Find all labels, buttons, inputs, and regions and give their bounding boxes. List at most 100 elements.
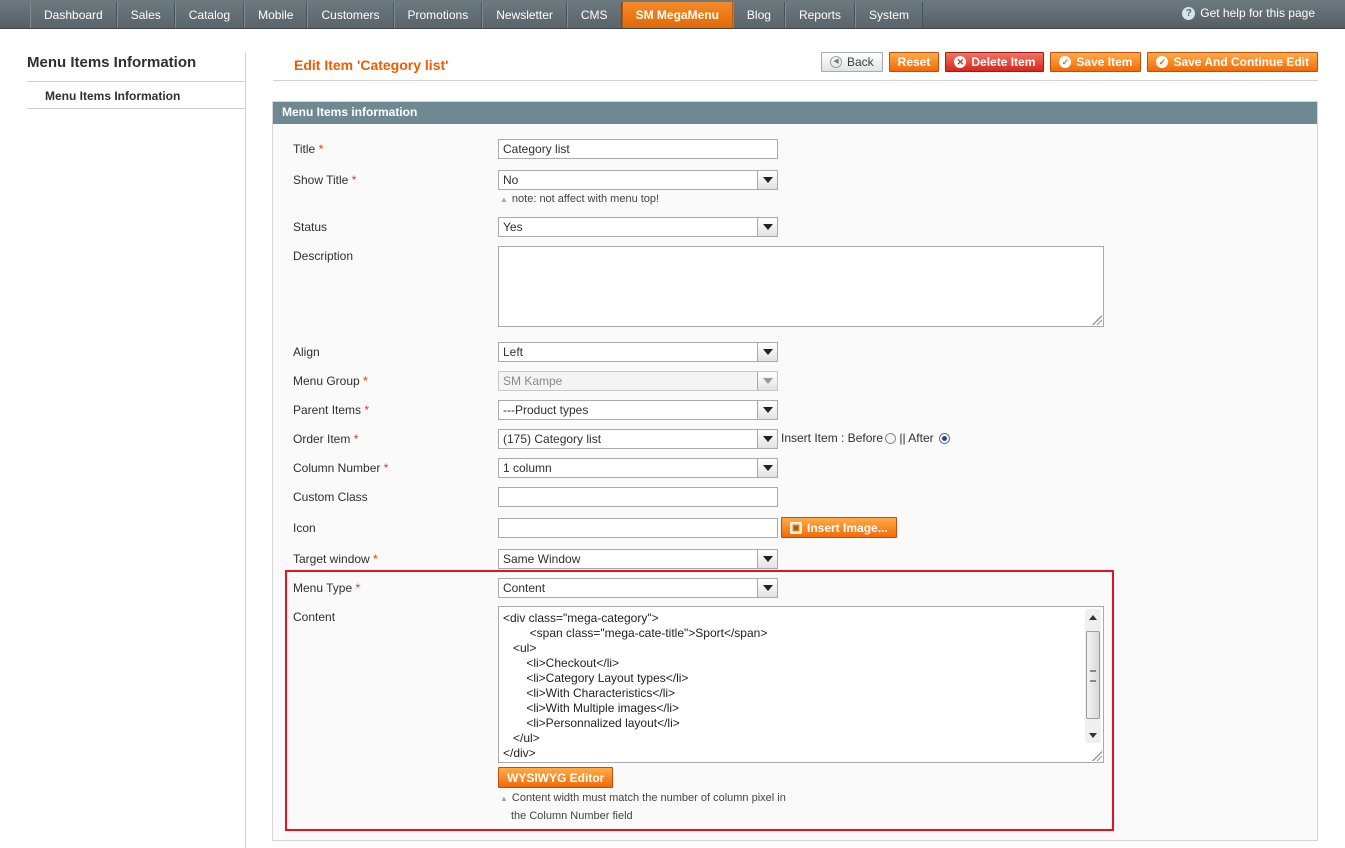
note-triangle-icon: ▲ (500, 195, 508, 204)
menu-type-select[interactable]: Content (498, 578, 778, 598)
custom-class-input[interactable] (498, 487, 778, 507)
top-navigation: Dashboard Sales Catalog Mobile Customers… (0, 0, 1345, 29)
content-scrollbar[interactable] (1085, 609, 1101, 743)
content-label: Content (293, 610, 336, 624)
content-textarea[interactable]: <div class="mega-category"> <span class=… (498, 606, 1104, 763)
help-label: Get help for this page (1200, 6, 1315, 20)
content-note: ▲ Content width must match the number of … (500, 792, 786, 804)
nav-item-reports[interactable]: Reports (784, 2, 855, 28)
resize-handle[interactable] (1092, 751, 1102, 761)
nav-item-promotions[interactable]: Promotions (393, 2, 483, 28)
scroll-up-icon[interactable] (1085, 609, 1101, 625)
align-select[interactable]: Left (498, 342, 778, 362)
show-title-select[interactable]: No (498, 170, 778, 190)
menu-group-value: SM Kampe (503, 374, 563, 388)
menu-group-label: Menu Group * (293, 374, 368, 388)
nav-item-cms[interactable]: CMS (566, 2, 622, 28)
order-item-select[interactable]: (175) Category list (498, 429, 778, 449)
icon-input[interactable] (498, 518, 778, 538)
insert-before-label: Insert Item : Before (781, 431, 884, 445)
custom-class-label: Custom Class (293, 490, 368, 504)
insert-after-radio[interactable] (938, 433, 950, 444)
nav-item-dashboard[interactable]: Dashboard (30, 2, 117, 28)
sidebar-title: Menu Items Information (27, 52, 246, 82)
save-and-continue-button-label: Save And Continue Edit (1173, 55, 1309, 69)
nav-item-sm-megamenu[interactable]: SM MegaMenu (621, 2, 733, 28)
chevron-down-icon (757, 343, 777, 361)
reset-button[interactable]: Reset (888, 52, 940, 72)
description-textarea[interactable] (498, 246, 1104, 327)
target-window-value: Same Window (503, 552, 581, 566)
wysiwyg-editor-button[interactable]: WYSIWYG Editor (498, 767, 614, 788)
help-link[interactable]: ? Get help for this page (1182, 6, 1315, 20)
nav-item-system[interactable]: System (854, 2, 923, 28)
nav-item-customers[interactable]: Customers (307, 2, 394, 28)
nav-item-sales[interactable]: Sales (116, 2, 175, 28)
order-item-label: Order Item * (293, 432, 359, 446)
title-divider (273, 80, 1318, 81)
show-title-value: No (503, 173, 519, 187)
target-window-label: Target window * (293, 552, 378, 566)
title-input[interactable]: Category list (498, 139, 778, 159)
content-note-line2: the Column Number field (511, 810, 633, 822)
sidebar-tab-menu-items-information[interactable]: Menu Items Information (27, 82, 246, 109)
resize-handle[interactable] (1092, 315, 1102, 325)
chevron-down-icon (757, 459, 777, 477)
menu-group-select: SM Kampe (498, 371, 778, 391)
status-label: Status (293, 220, 328, 234)
check-circle-icon: ✓ (1156, 56, 1169, 68)
menu-type-label: Menu Type * (293, 581, 361, 595)
chevron-down-icon (757, 372, 777, 390)
chevron-down-icon (757, 218, 777, 236)
help-icon: ? (1182, 6, 1196, 20)
save-item-button[interactable]: ✓ Save Item (1050, 52, 1142, 72)
note-triangle-icon: ▲ (500, 794, 508, 803)
content-code: <div class="mega-category"> <span class=… (503, 611, 768, 760)
nav-item-newsletter[interactable]: Newsletter (482, 2, 567, 28)
target-window-select[interactable]: Same Window (498, 549, 778, 569)
align-label: Align (293, 345, 320, 359)
column-number-label: Column Number * (293, 461, 389, 475)
back-button[interactable]: ◀ Back (820, 52, 883, 72)
show-title-label: Show Title * (293, 173, 357, 187)
align-value: Left (503, 345, 524, 359)
delete-item-button-label: Delete Item (971, 55, 1036, 69)
insert-image-button[interactable]: ▣ Insert Image... (781, 517, 897, 538)
show-title-note: ▲ note: not affect with menu top! (500, 193, 660, 205)
insert-position: Insert Item : Before || After (781, 431, 950, 445)
page-title: Edit Item 'Category list' (294, 57, 449, 73)
parent-items-select[interactable]: ---Product types (498, 400, 778, 420)
nav-item-blog[interactable]: Blog (732, 2, 785, 28)
chevron-down-icon (757, 550, 777, 568)
chevron-down-icon (757, 401, 777, 419)
chevron-down-icon (757, 430, 777, 448)
title-label: Title * (293, 142, 324, 156)
insert-before-radio[interactable] (885, 433, 897, 444)
chevron-down-icon (757, 579, 777, 597)
panel-title: Menu Items information (273, 102, 1317, 124)
chevron-down-icon (757, 171, 777, 189)
status-select[interactable]: Yes (498, 217, 778, 237)
image-icon: ▣ (790, 521, 802, 534)
wysiwyg-editor-label: WYSIWYG Editor (507, 770, 605, 785)
nav-item-mobile[interactable]: Mobile (244, 2, 308, 28)
nav-strip: Dashboard Sales Catalog Mobile Customers… (30, 2, 923, 28)
column-number-value: 1 column (503, 461, 552, 475)
sidebar-divider (245, 52, 246, 848)
order-item-value: (175) Category list (503, 432, 602, 446)
icon-label: Icon (293, 521, 316, 535)
parent-items-value: ---Product types (503, 403, 589, 417)
insert-image-label: Insert Image... (807, 520, 888, 535)
check-circle-icon: ✓ (1059, 56, 1072, 68)
scroll-thumb[interactable] (1086, 631, 1100, 719)
sidebar: Menu Items Information Menu Items Inform… (27, 52, 246, 109)
description-label: Description (293, 249, 354, 263)
save-and-continue-button[interactable]: ✓ Save And Continue Edit (1147, 52, 1318, 72)
nav-item-catalog[interactable]: Catalog (174, 2, 245, 28)
scroll-down-icon[interactable] (1085, 727, 1101, 743)
save-item-button-label: Save Item (1076, 55, 1133, 69)
delete-item-button[interactable]: ✕ Delete Item (945, 52, 1045, 72)
column-number-select[interactable]: 1 column (498, 458, 778, 478)
x-circle-icon: ✕ (954, 56, 967, 68)
circle-left-icon: ◀ (829, 56, 842, 68)
